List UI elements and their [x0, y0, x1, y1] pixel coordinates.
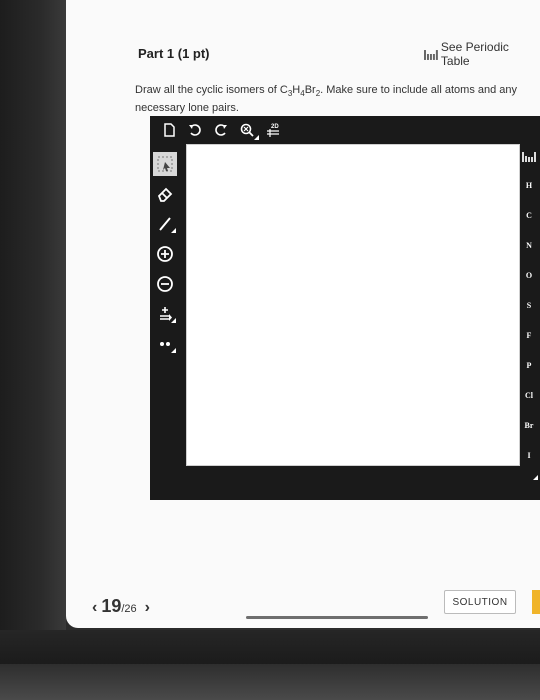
- element-h-button[interactable]: H: [520, 178, 538, 194]
- undo-button[interactable]: [182, 117, 208, 143]
- element-n-button[interactable]: N: [520, 238, 538, 254]
- template-2d-button[interactable]: 2D: [260, 117, 286, 143]
- next-button-edge[interactable]: [532, 590, 540, 614]
- new-document-icon: [164, 123, 175, 137]
- previous-question-button[interactable]: ‹: [92, 599, 97, 617]
- new-document-button[interactable]: [156, 117, 182, 143]
- eraser-icon: [157, 187, 173, 202]
- add-charge-icon: [157, 246, 173, 262]
- editor-left-toolbar: [150, 146, 180, 386]
- next-question-button[interactable]: ›: [145, 599, 150, 617]
- remove-charge-tool-button[interactable]: [153, 272, 177, 296]
- editor-top-toolbar: 2D: [150, 116, 540, 144]
- redo-icon: [215, 124, 227, 136]
- periodic-table-icon: [424, 50, 438, 60]
- periodic-table-label: See Periodic Table: [440, 40, 509, 68]
- element-c-button[interactable]: C: [520, 208, 538, 224]
- device-bezel-left: [0, 0, 66, 700]
- element-f-button[interactable]: F: [520, 328, 538, 344]
- redo-button[interactable]: [208, 117, 234, 143]
- select-icon: [157, 156, 173, 172]
- undo-icon: [189, 124, 201, 136]
- dropdown-corner-icon: [533, 475, 538, 480]
- dropdown-corner-icon: [171, 228, 176, 233]
- zoom-button[interactable]: [234, 117, 260, 143]
- periodic-table-icon[interactable]: [522, 152, 538, 162]
- element-cl-button[interactable]: Cl: [520, 388, 538, 404]
- element-p-button[interactable]: P: [520, 358, 538, 374]
- solution-button[interactable]: SOLUTION: [444, 590, 516, 614]
- element-o-button[interactable]: O: [520, 268, 538, 284]
- total-questions: /26: [121, 603, 137, 615]
- dropdown-corner-icon: [254, 135, 259, 140]
- periodic-table-link[interactable]: See Periodic Table: [424, 40, 540, 68]
- charge-bond-tool-button[interactable]: [153, 302, 177, 326]
- part-title: Part 1 (1 pt): [138, 46, 210, 61]
- current-question-number: 19: [101, 596, 122, 616]
- dropdown-corner-icon: [171, 318, 176, 323]
- drawing-canvas[interactable]: [186, 144, 520, 466]
- lone-pair-tool-button[interactable]: [153, 332, 177, 356]
- select-tool-button[interactable]: [153, 152, 177, 176]
- remove-charge-icon: [157, 276, 173, 292]
- question-text: Draw all the cyclic isomers of C3H4Br2. …: [135, 84, 518, 115]
- single-bond-tool-button[interactable]: [153, 212, 177, 236]
- device-bezel-bottom: [0, 630, 540, 700]
- zoom-icon: [240, 123, 254, 137]
- molecule-editor: 2D H C N O S F P Cl Br I: [150, 116, 540, 500]
- add-charge-tool-button[interactable]: [153, 242, 177, 266]
- svg-text:2D: 2D: [271, 124, 279, 130]
- element-toolbar: H C N O S F P Cl Br I: [520, 144, 540, 484]
- element-s-button[interactable]: S: [520, 298, 538, 314]
- template-2d-icon: 2D: [267, 124, 279, 137]
- eraser-tool-button[interactable]: [153, 182, 177, 206]
- element-br-button[interactable]: Br: [520, 418, 538, 434]
- question-pager: ‹ 19/26 ›: [92, 596, 150, 617]
- dropdown-corner-icon: [171, 348, 176, 353]
- element-i-button[interactable]: I: [520, 448, 538, 464]
- home-indicator: [246, 616, 428, 619]
